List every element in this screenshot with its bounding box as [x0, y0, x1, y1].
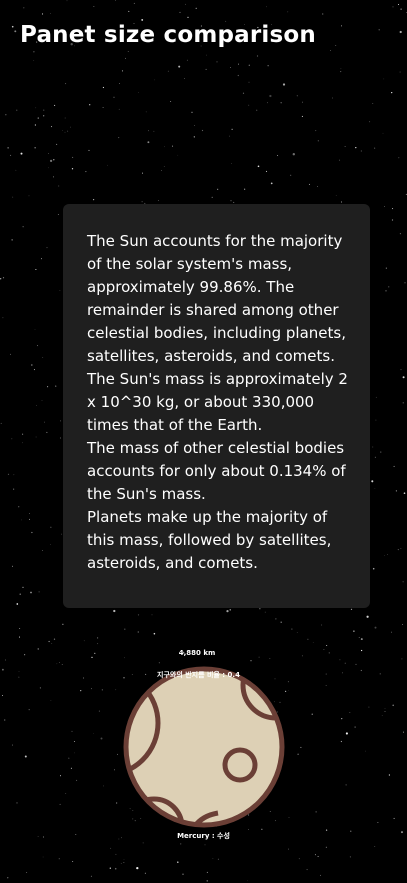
page-title: Panet size comparison — [20, 22, 316, 48]
planet-display: 4,880 km 지구와의 반지름 비율 : 0.4 Mercury : 수성 — [0, 640, 407, 850]
planet-ratio-label: 지구와의 반지름 비율 : 0.4 — [157, 671, 240, 679]
info-paragraph-2: The Sun's mass is approximately 2 x 10^3… — [87, 370, 348, 434]
info-paragraph-1: The Sun accounts for the majority of the… — [87, 232, 346, 365]
info-paragraph-3: The mass of other celestial bodies accou… — [87, 439, 346, 503]
planet-name-label: Mercury : 수성 — [177, 832, 230, 840]
info-card: The Sun accounts for the majority of the… — [63, 204, 370, 608]
info-paragraph-4: Planets make up the majority of this mas… — [87, 508, 332, 572]
mercury-planet-icon[interactable] — [122, 665, 286, 829]
planet-diameter-label: 4,880 km — [178, 649, 216, 657]
